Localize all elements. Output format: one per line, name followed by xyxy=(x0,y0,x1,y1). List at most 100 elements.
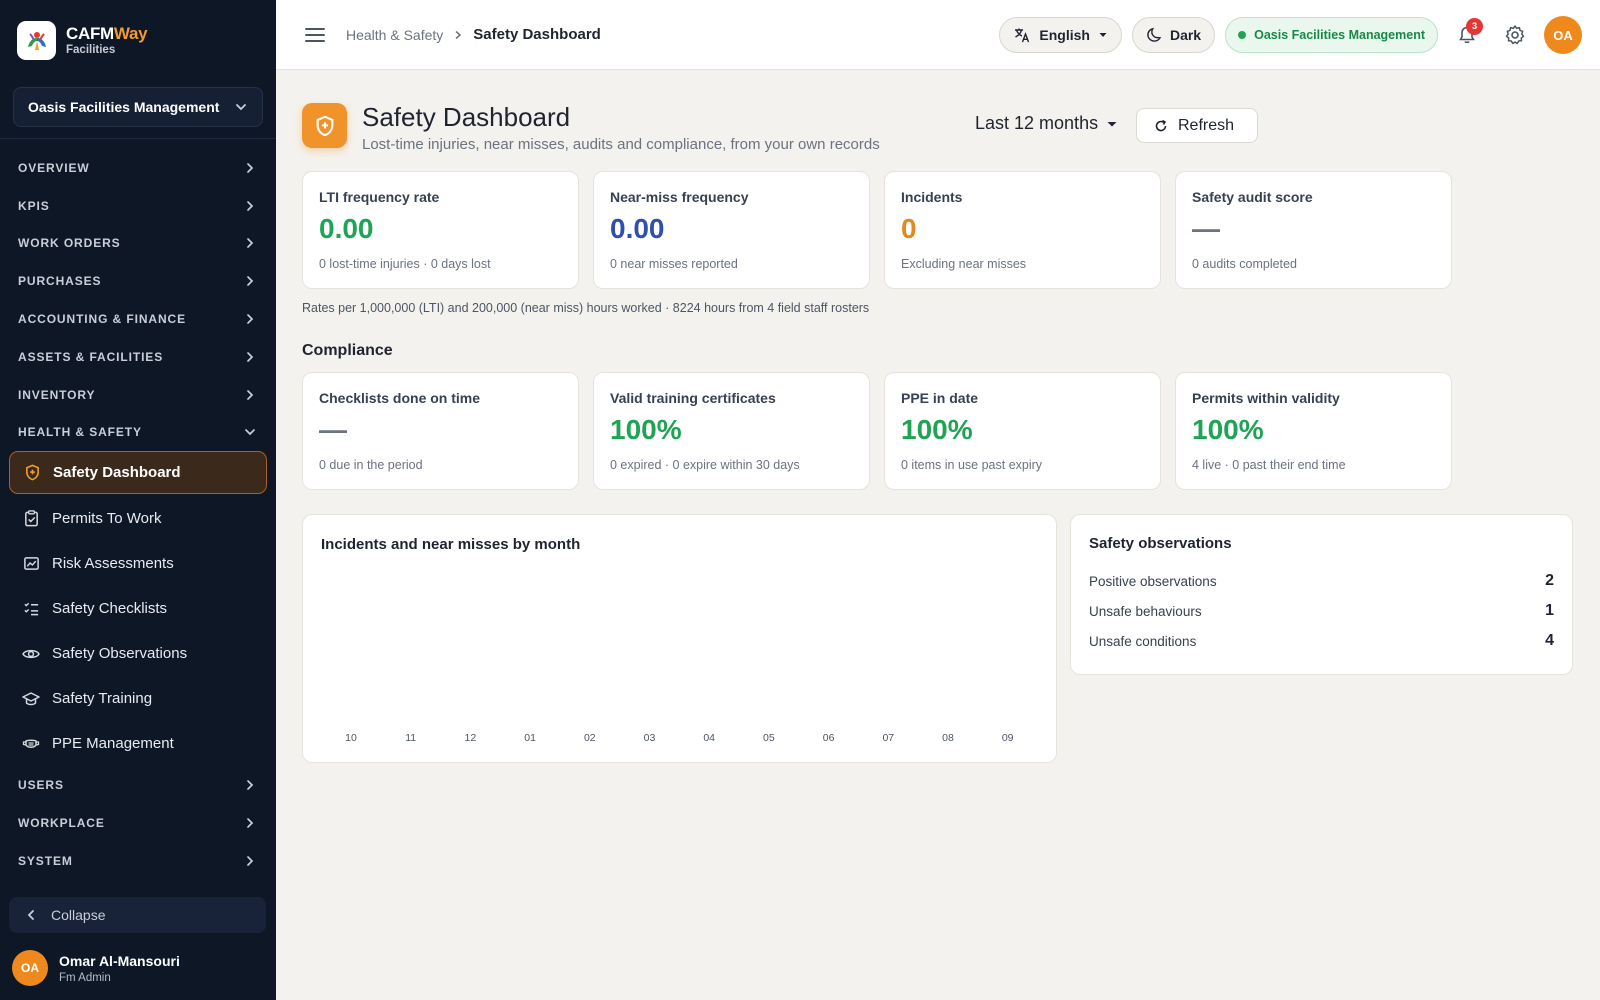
chevron-right-icon xyxy=(247,276,254,287)
org-selector-label: Oasis Facilities Management xyxy=(28,99,220,115)
user-role: Fm Admin xyxy=(59,971,111,984)
nav-section-label: OVERVIEW xyxy=(18,160,90,175)
nav-section-workplace[interactable]: WORKPLACE xyxy=(0,804,276,842)
kpi-label: Incidents xyxy=(901,189,963,205)
graduation-cap-icon xyxy=(22,690,40,708)
chevron-right-icon xyxy=(247,352,254,362)
language-label: English xyxy=(1039,27,1090,43)
kpi-label: PPE in date xyxy=(901,390,979,406)
brand-logo-icon xyxy=(17,20,56,60)
observation-count: 1 xyxy=(1545,602,1554,619)
nav-section-label: HEALTH & SAFETY xyxy=(18,425,142,440)
nav-section-label: WORKPLACE xyxy=(18,816,105,831)
observation-label: Unsafe behaviours xyxy=(1089,603,1202,619)
kpi-note: 0 audits completed xyxy=(1192,257,1297,271)
sidebar-item-label: PPE Management xyxy=(52,735,174,753)
nav-section-label: USERS xyxy=(18,778,64,793)
notification-count-badge: 3 xyxy=(1466,18,1483,35)
observation-row-unsafe-conditions: Unsafe conditions 4 xyxy=(1089,626,1554,656)
avatar[interactable]: OA xyxy=(1544,16,1582,54)
mask-icon xyxy=(22,735,40,753)
kpi-value: 0.00 xyxy=(610,213,665,244)
sidebar-item-permits-to-work[interactable]: Permits To Work xyxy=(0,496,276,541)
compliance-title: Compliance xyxy=(302,342,393,359)
language-selector[interactable]: English xyxy=(999,17,1122,53)
collapse-label: Collapse xyxy=(51,907,106,923)
chart-tick-label: 02 xyxy=(584,732,596,744)
page-title: Safety Dashboard xyxy=(362,102,571,132)
kpi-value: — xyxy=(319,414,347,445)
caret-down-icon xyxy=(1107,121,1117,126)
nav-section-work-orders[interactable]: WORK ORDERS xyxy=(0,225,276,263)
sidebar: CAFMWay Facilities Oasis Facilities Mana… xyxy=(0,0,276,1000)
kpi-note: 4 live · 0 past their end time xyxy=(1192,458,1346,472)
nav-section-system[interactable]: SYSTEM xyxy=(0,842,276,880)
nav-section-inventory[interactable]: INVENTORY xyxy=(0,376,276,414)
chevron-right-icon xyxy=(455,30,462,39)
nav-section-assets-facilities[interactable]: ASSETS & FACILITIES xyxy=(0,338,276,376)
avatar: OA xyxy=(12,950,48,986)
sidebar-item-label: Safety Observations xyxy=(52,645,188,663)
period-selector[interactable]: Last 12 months xyxy=(975,113,1118,134)
page-subtitle: Lost-time injuries, near misses, audits … xyxy=(362,136,880,153)
nav-section-kpis[interactable]: KPIS xyxy=(0,187,276,225)
nav-section-label: WORK ORDERS xyxy=(18,236,121,251)
nav-section-health-safety[interactable]: HEALTH & SAFETY xyxy=(0,414,276,452)
brand-subtitle: Facilities xyxy=(66,44,116,56)
shield-icon xyxy=(23,464,41,482)
refresh-button[interactable]: Refresh xyxy=(1136,108,1258,143)
chart-tick-label: 05 xyxy=(763,732,775,744)
kpi-value: 100% xyxy=(1192,414,1264,445)
settings-button[interactable] xyxy=(1496,16,1534,54)
chart-tick-label: 10 xyxy=(345,732,357,744)
eye-icon xyxy=(22,645,40,663)
observations-title: Safety observations xyxy=(1089,535,1232,552)
notifications-button[interactable]: 3 xyxy=(1448,16,1486,54)
nav-section-label: PURCHASES xyxy=(18,274,102,289)
clipboard-check-icon xyxy=(22,510,40,528)
caret-down-icon xyxy=(1099,33,1107,37)
sidebar-item-risk-assessments[interactable]: Risk Assessments xyxy=(0,541,276,586)
chevron-right-icon xyxy=(247,856,254,866)
sidebar-item-ppe-management[interactable]: PPE Management xyxy=(0,721,276,766)
org-selector[interactable]: Oasis Facilities Management xyxy=(13,87,263,127)
sidebar-item-safety-training[interactable]: Safety Training xyxy=(0,676,276,721)
status-dot-icon xyxy=(1238,31,1247,39)
refresh-label: Refresh xyxy=(1178,116,1235,134)
kpi-value: 0.00 xyxy=(319,213,374,244)
kpi-label: Permits within validity xyxy=(1192,390,1340,406)
brand[interactable]: CAFMWay Facilities xyxy=(0,0,276,80)
chevron-right-icon xyxy=(247,314,254,324)
org-status-badge[interactable]: Oasis Facilities Management xyxy=(1225,17,1438,53)
kpi-note: 0 near misses reported xyxy=(610,257,738,271)
chevron-right-icon xyxy=(247,163,254,173)
user-profile[interactable]: OA Omar Al-Mansouri Fm Admin xyxy=(12,950,180,986)
chart-tick-label: 04 xyxy=(703,732,715,744)
gear-icon xyxy=(1505,25,1525,45)
sidebar-item-safety-observations[interactable]: Safety Observations xyxy=(0,631,276,676)
nav-section-users[interactable]: USERS xyxy=(0,766,276,804)
sidebar-item-safety-checklists[interactable]: Safety Checklists xyxy=(0,586,276,631)
observation-row-positive: Positive observations 2 xyxy=(1089,566,1554,596)
observation-label: Positive observations xyxy=(1089,573,1217,589)
nav-section-label: SYSTEM xyxy=(18,853,73,868)
kpi-card-safety-audit-score: Safety audit score — 0 audits completed xyxy=(1175,171,1452,289)
breadcrumb-parent[interactable]: Health & Safety xyxy=(346,27,443,43)
period-label: Last 12 months xyxy=(975,113,1099,133)
compliance-card-permits: Permits within validity 100% 4 live · 0 … xyxy=(1175,372,1452,490)
nav-section-overview[interactable]: OVERVIEW xyxy=(0,149,276,187)
incidents-chart-card: Incidents and near misses by month 10 11 1… xyxy=(302,514,1057,763)
nav-section-purchases[interactable]: PURCHASES xyxy=(0,262,276,300)
collapse-sidebar-button[interactable]: Collapse xyxy=(9,897,266,933)
chevron-right-icon xyxy=(247,200,254,211)
chart-tick-label: 09 xyxy=(1002,732,1014,744)
kpi-note: 0 items in use past expiry xyxy=(901,458,1043,472)
menu-icon[interactable] xyxy=(304,24,326,46)
sidebar-item-safety-dashboard[interactable]: Safety Dashboard xyxy=(9,451,267,495)
checklist-icon xyxy=(22,600,40,618)
kpi-note: 0 expired · 0 expire within 30 days xyxy=(610,458,800,472)
kpi-label: Safety audit score xyxy=(1192,189,1313,205)
theme-toggle[interactable]: Dark xyxy=(1131,17,1216,53)
nav-section-accounting-finance[interactable]: ACCOUNTING & FINANCE xyxy=(0,300,276,338)
sidebar-nav: OVERVIEW KPIS WORK ORDERS PURCHASES ACCO… xyxy=(0,139,276,880)
